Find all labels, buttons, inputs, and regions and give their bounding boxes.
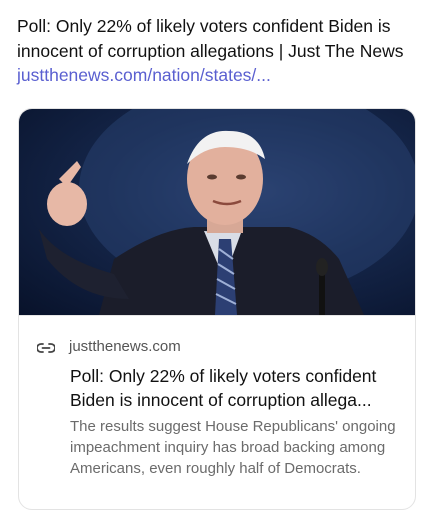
card-image[interactable] <box>19 109 415 315</box>
post-text: Poll: Only 22% of likely voters confiden… <box>17 14 417 88</box>
post-text-body: Poll: Only 22% of likely voters confiden… <box>17 16 404 61</box>
speaker-photo-illustration <box>39 109 415 315</box>
card-title-line-1: Poll: Only 22% of likely voters confiden… <box>70 366 377 386</box>
domain-row: justthenews.com <box>36 338 181 356</box>
card-title[interactable]: Poll: Only 22% of likely voters confiden… <box>70 364 400 412</box>
card-domain[interactable]: justthenews.com <box>69 338 181 356</box>
link-icon <box>36 341 56 353</box>
post-link[interactable]: justthenews.com/nation/states/... <box>17 65 271 85</box>
card-body: justthenews.com Poll: Only 22% of likely… <box>19 315 415 509</box>
card-description: The results suggest House Republicans' o… <box>70 418 396 477</box>
card-title-line-2: Biden is innocent of corruption allega..… <box>70 390 372 410</box>
link-preview-card[interactable]: justthenews.com Poll: Only 22% of likely… <box>18 108 416 510</box>
